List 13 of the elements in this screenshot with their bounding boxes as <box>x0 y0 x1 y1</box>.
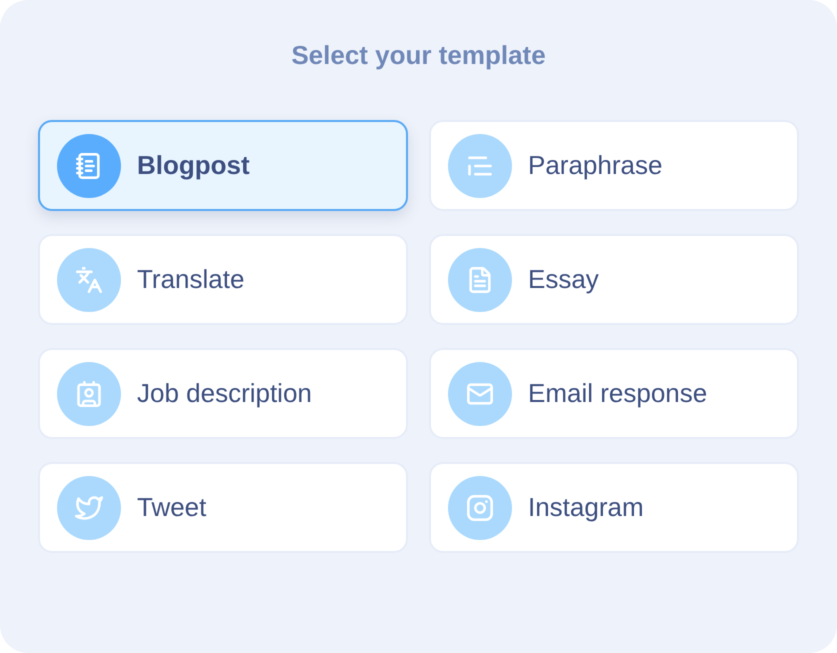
template-card[interactable]: Job description <box>38 348 408 439</box>
panel-title: Select your template <box>291 39 546 72</box>
template-card[interactable]: Instagram <box>429 462 799 553</box>
camera-icon <box>466 494 494 522</box>
id-card-icon <box>75 380 103 408</box>
template-card[interactable]: Email response <box>429 348 799 439</box>
template-card[interactable]: Paraphrase <box>429 120 799 211</box>
translate-icon <box>75 266 103 294</box>
template-card[interactable]: Essay <box>429 234 799 325</box>
template-card[interactable]: Translate <box>38 234 408 325</box>
template-card[interactable]: Tweet <box>38 462 408 553</box>
bird-icon <box>75 494 103 522</box>
template-card[interactable]: Blogpost <box>38 120 408 211</box>
